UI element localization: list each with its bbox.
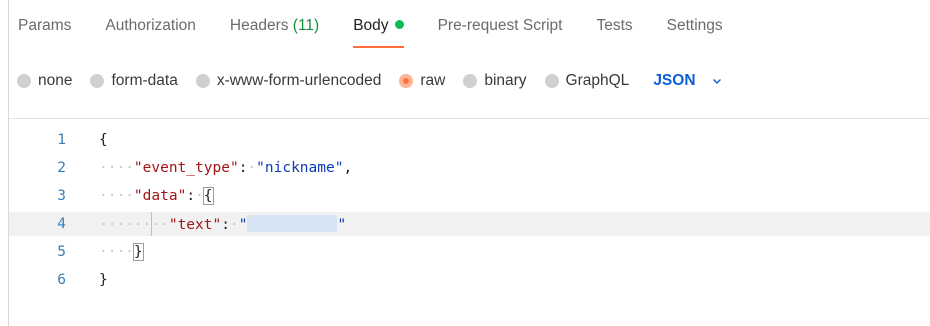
- line-code: ····"event_type":·"nickname",: [99, 160, 352, 176]
- tab-body[interactable]: Body: [353, 0, 404, 50]
- tab-settings[interactable]: Settings: [667, 0, 723, 50]
- json-key: "data": [133, 188, 187, 204]
- editor-line-current: 4 ········"text":·" ": [9, 212, 930, 236]
- tab-label: Tests: [596, 17, 633, 34]
- body-type-none[interactable]: none: [17, 72, 72, 90]
- active-tab-underline: [353, 46, 404, 48]
- tab-authorization[interactable]: Authorization: [105, 0, 195, 50]
- json-string-open-quote: ": [238, 217, 248, 233]
- radio-icon[interactable]: [544, 74, 559, 88]
- headers-count: (11): [292, 17, 320, 34]
- body-type-selector: none form-data x-www-form-urlencoded raw…: [9, 58, 930, 104]
- raw-format-dropdown[interactable]: JSON: [653, 72, 721, 90]
- body-type-label: GraphQL: [565, 72, 630, 89]
- line-number: 3: [57, 188, 66, 204]
- matched-close-brace: }: [132, 243, 144, 261]
- radio-icon[interactable]: [90, 74, 105, 88]
- whitespace-dot: ·: [229, 217, 239, 233]
- request-panel: Params Authorization Headers (11) Body P…: [8, 0, 930, 326]
- body-type-label: none: [38, 72, 73, 89]
- radio-icon[interactable]: [17, 74, 31, 88]
- line-code: }: [99, 272, 108, 288]
- body-type-raw[interactable]: raw: [399, 72, 445, 90]
- whitespace-dot: ·: [195, 188, 204, 204]
- open-brace: {: [99, 132, 108, 148]
- tab-pre-request-script[interactable]: Pre-request Script: [438, 0, 563, 50]
- editor-line: 6 }: [9, 268, 930, 292]
- indent-whitespace: ····: [99, 244, 134, 260]
- redacted-value: [247, 215, 338, 232]
- body-type-label: raw: [420, 72, 446, 89]
- request-tabs: Params Authorization Headers (11) Body P…: [9, 0, 930, 50]
- line-number: 1: [57, 132, 66, 148]
- radio-icon[interactable]: [195, 74, 210, 88]
- json-string-close-quote: ": [337, 217, 347, 233]
- indent-whitespace: ········: [99, 217, 169, 233]
- indent-guide: [151, 212, 152, 236]
- body-type-form-data[interactable]: form-data: [90, 72, 178, 90]
- close-brace: }: [99, 272, 108, 288]
- json-key: "text": [168, 217, 222, 233]
- tab-label: Params: [18, 17, 72, 34]
- code-editor[interactable]: 1 { 2 ····"event_type":·"nickname", 3 ··…: [9, 123, 930, 323]
- tab-headers[interactable]: Headers (11): [230, 0, 319, 50]
- editor-line: 5 ····}: [9, 240, 930, 264]
- indent-whitespace: ····: [99, 188, 134, 204]
- tab-label: Settings: [666, 17, 723, 34]
- line-code: {: [99, 132, 108, 148]
- line-number: 6: [57, 272, 66, 288]
- body-type-label: binary: [484, 72, 527, 89]
- line-code: ····"data":·{: [99, 187, 214, 205]
- editor-line: 1 {: [9, 128, 930, 152]
- tab-params[interactable]: Params: [18, 0, 71, 50]
- line-number: 5: [57, 244, 66, 260]
- radio-icon[interactable]: [463, 74, 478, 88]
- radio-selected-icon[interactable]: [399, 74, 414, 88]
- colon: :: [186, 188, 196, 204]
- line-code: ········"text":·" ": [99, 215, 346, 233]
- line-number: 4: [57, 216, 66, 232]
- comma: ,: [343, 160, 353, 176]
- divider: [9, 118, 930, 119]
- raw-format-value: JSON: [653, 72, 696, 89]
- tab-label: Authorization: [105, 17, 196, 34]
- matched-open-brace: {: [202, 187, 214, 205]
- json-key: "event_type": [133, 160, 239, 176]
- line-number: 2: [57, 160, 66, 176]
- body-type-x-www-form-urlencoded[interactable]: x-www-form-urlencoded: [195, 72, 382, 90]
- body-set-indicator-icon: [394, 20, 404, 29]
- indent-whitespace: ····: [99, 160, 134, 176]
- tab-label: Body: [353, 17, 389, 34]
- body-type-label: form-data: [111, 72, 178, 89]
- chevron-down-icon: [712, 79, 721, 84]
- body-type-binary[interactable]: binary: [463, 72, 527, 90]
- tab-tests[interactable]: Tests: [596, 0, 632, 50]
- editor-line: 2 ····"event_type":·"nickname",: [9, 156, 930, 180]
- tab-label: Pre-request Script: [437, 17, 563, 34]
- editor-line: 3 ····"data":·{: [9, 184, 930, 208]
- whitespace-dot: ·: [247, 160, 257, 176]
- colon: :: [221, 217, 230, 233]
- tab-label: Headers: [229, 17, 289, 34]
- line-code: ····}: [99, 243, 144, 261]
- body-type-label: x-www-form-urlencoded: [216, 72, 382, 89]
- json-string-value: "nickname": [256, 160, 344, 176]
- body-type-graphql[interactable]: GraphQL: [544, 72, 630, 90]
